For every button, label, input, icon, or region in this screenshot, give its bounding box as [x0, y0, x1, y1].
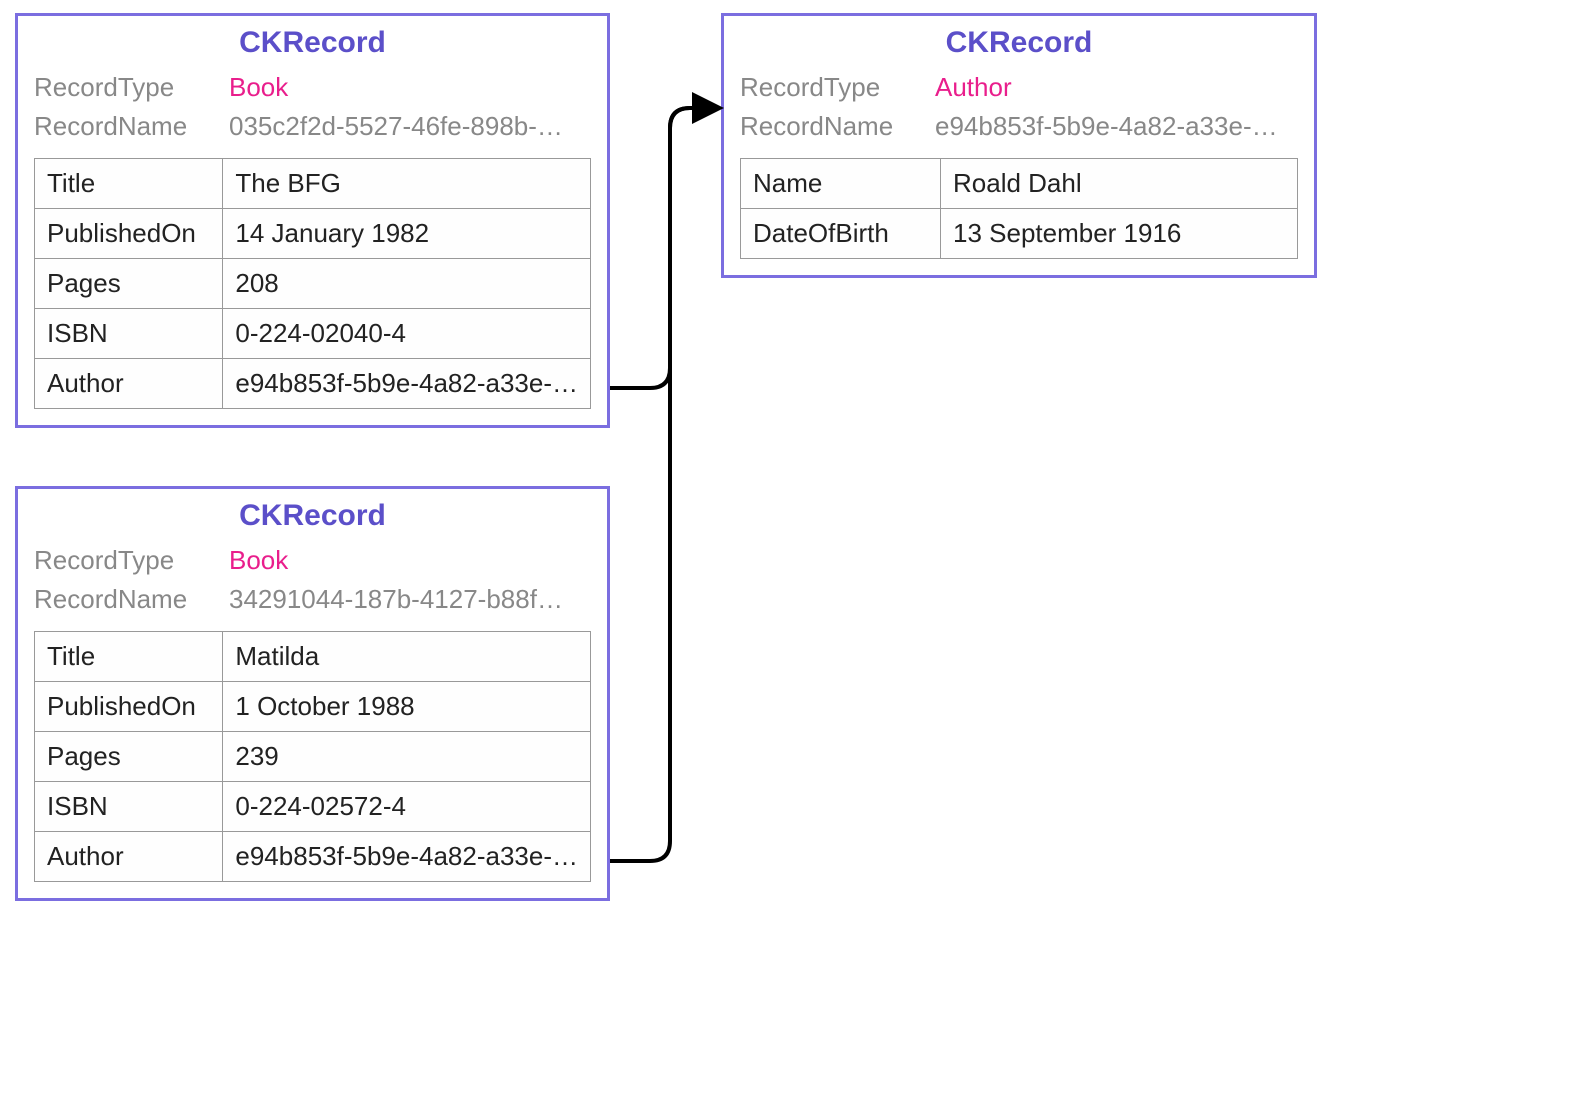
- meta-label-recordname: RecordName: [740, 107, 935, 146]
- field-key: ISBN: [35, 309, 223, 359]
- meta-label-recordname: RecordName: [34, 107, 229, 146]
- field-value: The BFG: [223, 159, 591, 209]
- meta-label-recordtype: RecordType: [740, 68, 935, 107]
- field-key: Author: [35, 359, 223, 409]
- record-card-book1: CKRecord RecordType Book RecordName 035c…: [15, 13, 610, 428]
- arrow-book2-to-author: [610, 108, 716, 861]
- field-value: 0-224-02572-4: [223, 782, 591, 832]
- table-row: DateOfBirth13 September 1916: [741, 209, 1298, 259]
- field-value: e94b853f-5b9e-4a82-a33e-…: [223, 832, 591, 882]
- table-row: Authore94b853f-5b9e-4a82-a33e-…: [35, 359, 591, 409]
- meta-row-recordname: RecordName e94b853f-5b9e-4a82-a33e-…: [740, 107, 1298, 146]
- meta-label-recordtype: RecordType: [34, 541, 229, 580]
- table-row: PublishedOn14 January 1982: [35, 209, 591, 259]
- meta-value-recordtype: Author: [935, 68, 1012, 107]
- field-key: Title: [35, 632, 223, 682]
- field-value: Matilda: [223, 632, 591, 682]
- field-value: 1 October 1988: [223, 682, 591, 732]
- table-row: Pages239: [35, 732, 591, 782]
- meta-label-recordname: RecordName: [34, 580, 229, 619]
- fields-table: TitleThe BFG PublishedOn14 January 1982 …: [34, 158, 591, 409]
- field-key: Pages: [35, 259, 223, 309]
- field-key: Pages: [35, 732, 223, 782]
- meta-row-recordname: RecordName 035c2f2d-5527-46fe-898b-…: [34, 107, 591, 146]
- field-value: 239: [223, 732, 591, 782]
- table-row: PublishedOn1 October 1988: [35, 682, 591, 732]
- record-card-author: CKRecord RecordType Author RecordName e9…: [721, 13, 1317, 278]
- meta-label-recordtype: RecordType: [34, 68, 229, 107]
- field-value: 0-224-02040-4: [223, 309, 591, 359]
- field-key: Author: [35, 832, 223, 882]
- meta-row-recordname: RecordName 34291044-187b-4127-b88f…: [34, 580, 591, 619]
- card-title: CKRecord: [34, 26, 591, 60]
- meta-value-recordname: 34291044-187b-4127-b88f…: [229, 580, 563, 619]
- field-value: 208: [223, 259, 591, 309]
- field-value: e94b853f-5b9e-4a82-a33e-…: [223, 359, 591, 409]
- meta-row-recordtype: RecordType Author: [740, 68, 1298, 107]
- table-row: TitleMatilda: [35, 632, 591, 682]
- meta-row-recordtype: RecordType Book: [34, 68, 591, 107]
- meta-value-recordtype: Book: [229, 541, 288, 580]
- table-row: Pages208: [35, 259, 591, 309]
- table-row: ISBN0-224-02572-4: [35, 782, 591, 832]
- card-title: CKRecord: [740, 26, 1298, 60]
- field-key: DateOfBirth: [741, 209, 941, 259]
- fields-table: NameRoald Dahl DateOfBirth13 September 1…: [740, 158, 1298, 259]
- meta-block: RecordType Book RecordName 34291044-187b…: [34, 541, 591, 619]
- table-row: Authore94b853f-5b9e-4a82-a33e-…: [35, 832, 591, 882]
- meta-block: RecordType Author RecordName e94b853f-5b…: [740, 68, 1298, 146]
- card-title: CKRecord: [34, 499, 591, 533]
- arrow-book1-to-author: [610, 108, 716, 388]
- meta-value-recordname: e94b853f-5b9e-4a82-a33e-…: [935, 107, 1278, 146]
- field-value: 13 September 1916: [941, 209, 1298, 259]
- field-key: Name: [741, 159, 941, 209]
- field-value: 14 January 1982: [223, 209, 591, 259]
- field-key: PublishedOn: [35, 682, 223, 732]
- fields-table: TitleMatilda PublishedOn1 October 1988 P…: [34, 631, 591, 882]
- table-row: ISBN0-224-02040-4: [35, 309, 591, 359]
- meta-block: RecordType Book RecordName 035c2f2d-5527…: [34, 68, 591, 146]
- field-value: Roald Dahl: [941, 159, 1298, 209]
- field-key: PublishedOn: [35, 209, 223, 259]
- record-card-book2: CKRecord RecordType Book RecordName 3429…: [15, 486, 610, 901]
- field-key: Title: [35, 159, 223, 209]
- table-row: NameRoald Dahl: [741, 159, 1298, 209]
- meta-value-recordname: 035c2f2d-5527-46fe-898b-…: [229, 107, 563, 146]
- meta-row-recordtype: RecordType Book: [34, 541, 591, 580]
- field-key: ISBN: [35, 782, 223, 832]
- table-row: TitleThe BFG: [35, 159, 591, 209]
- meta-value-recordtype: Book: [229, 68, 288, 107]
